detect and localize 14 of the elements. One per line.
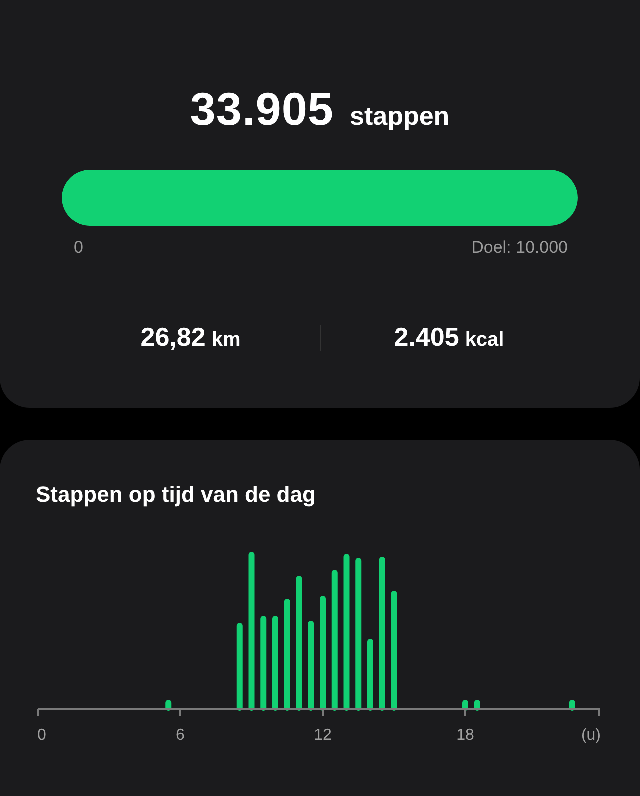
axis-unit-label: (u) xyxy=(581,727,601,744)
axis-label: 6 xyxy=(176,727,185,744)
progress-start-label: 0 xyxy=(74,238,84,258)
stat-value: 26,82 xyxy=(140,322,206,353)
stat-unit: kcal xyxy=(465,329,504,352)
goal-label: Doel: 10.000 xyxy=(472,238,568,258)
axis-label: 0 xyxy=(38,727,46,744)
step-unit: stappen xyxy=(350,101,450,132)
stat-value: 2.405 xyxy=(394,322,460,353)
chart-title: Stappen op tijd van de dag xyxy=(36,482,317,508)
stat-unit: km xyxy=(212,329,241,352)
axis-label: 18 xyxy=(456,727,474,744)
step-count: 33.905 xyxy=(190,82,334,136)
axis-label: 12 xyxy=(314,727,332,744)
